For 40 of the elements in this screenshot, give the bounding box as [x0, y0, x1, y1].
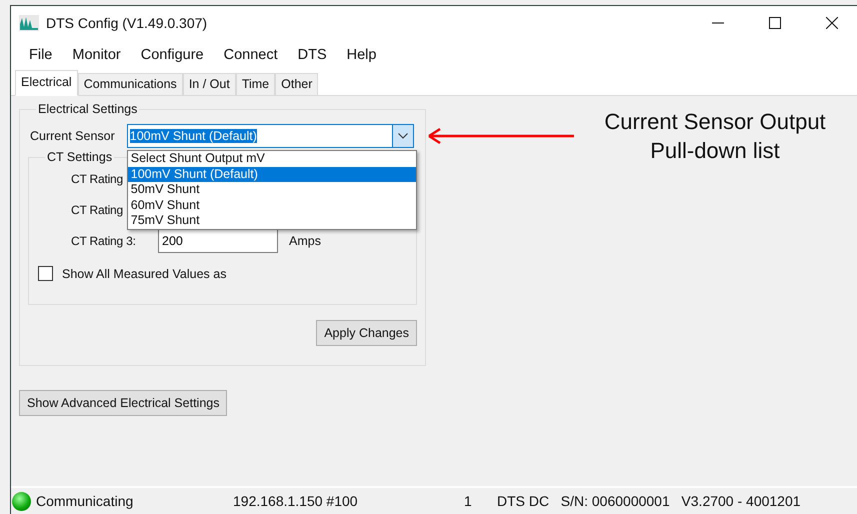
group-title: CT Settings — [46, 150, 114, 164]
tab[interactable]: Communications — [78, 73, 183, 95]
tab[interactable]: Electrical — [15, 70, 78, 96]
dropdown-option[interactable]: 50mV Shunt — [128, 182, 416, 198]
dropdown-option[interactable]: 75mV Shunt — [128, 213, 416, 228]
annotation-text: Current Sensor Output — [603, 108, 827, 136]
device-info-text: DTS DC S/N: 0060000001 V3.2700 - 4001201 — [497, 493, 801, 509]
checkbox[interactable] — [38, 266, 53, 281]
field-label: CT Rating 3: — [71, 234, 136, 248]
minimize-icon — [712, 22, 724, 24]
menu-item[interactable]: Configure — [130, 47, 214, 63]
checkbox-label: Show All Measured Values as — [62, 266, 226, 280]
app-logo-icon — [19, 15, 39, 31]
show-advanced-button[interactable]: Show Advanced Electrical Settings — [19, 390, 228, 416]
count-text: 1 — [464, 493, 473, 509]
annotation-text: Pull-down list — [649, 137, 781, 165]
address-text: 192.168.1.150 #100 — [233, 493, 359, 509]
menu-item[interactable]: File — [19, 47, 62, 63]
chevron-down-icon — [398, 133, 408, 139]
field-label: CT Rating — [71, 203, 124, 217]
status-text: Communicating — [36, 493, 134, 509]
field-label: Current Sensor — [30, 129, 115, 143]
ct-rating-field[interactable]: 200 — [158, 229, 278, 253]
close-icon — [826, 17, 838, 29]
apply-changes-button[interactable]: Apply Changes — [316, 320, 417, 346]
tab[interactable]: Other — [275, 73, 318, 95]
menu-item[interactable]: Help — [336, 47, 386, 63]
tab[interactable]: Time — [236, 73, 276, 95]
dropdown-option[interactable]: Select Shunt Output mV — [128, 151, 416, 166]
menu-item[interactable]: Monitor — [62, 47, 131, 63]
menu-item[interactable]: DTS — [288, 47, 337, 63]
field-label: CT Rating — [71, 172, 124, 186]
dropdown-option[interactable]: 100mV Shunt (Default) — [128, 166, 416, 182]
unit-label: Amps — [289, 234, 321, 248]
maximize-icon — [769, 17, 781, 29]
tab[interactable]: In / Out — [182, 73, 236, 95]
window-title: DTS Config (V1.49.0.307) — [46, 15, 208, 31]
dropdown-option[interactable]: 60mV Shunt — [128, 198, 416, 213]
menu-item[interactable]: Connect — [214, 47, 288, 63]
group-title: Electrical Settings — [37, 102, 138, 116]
